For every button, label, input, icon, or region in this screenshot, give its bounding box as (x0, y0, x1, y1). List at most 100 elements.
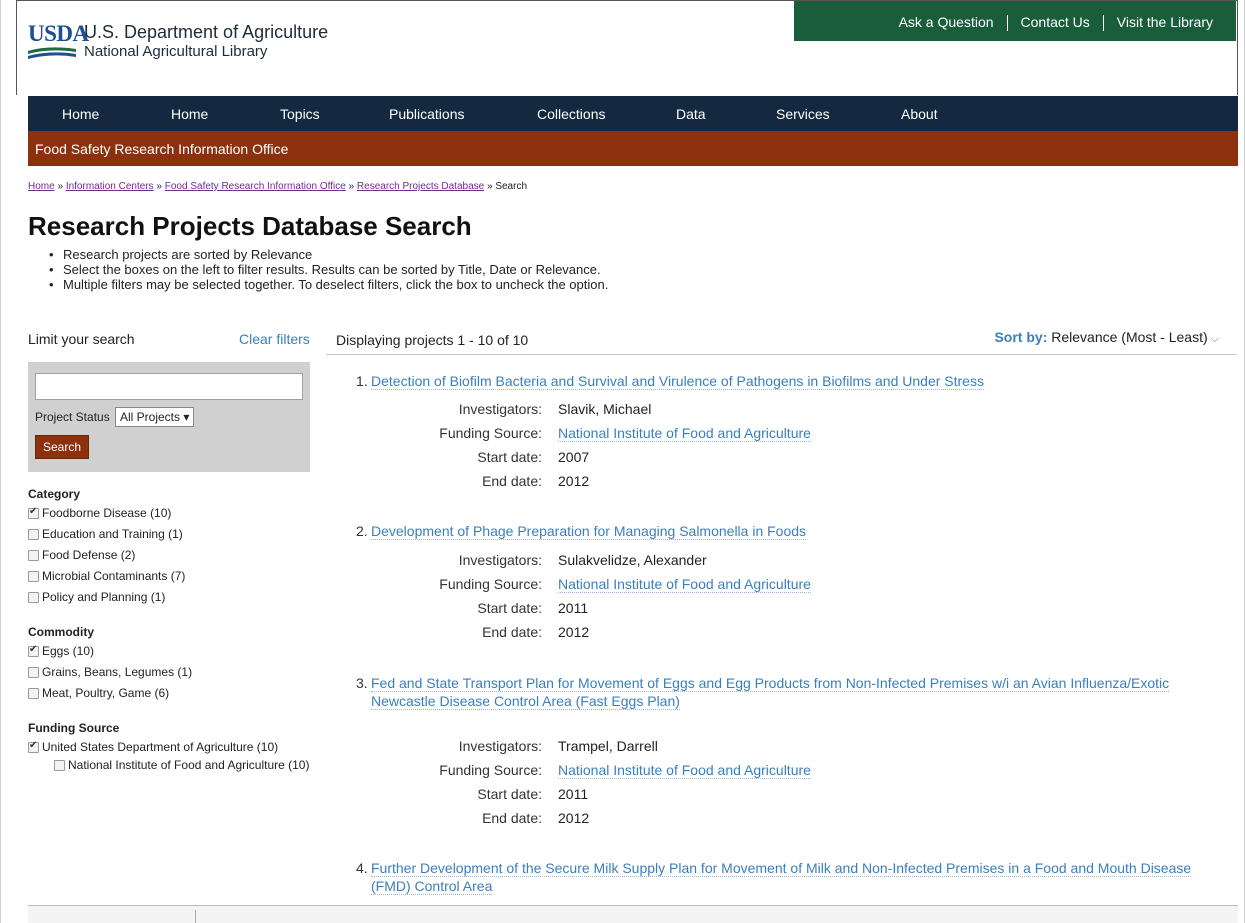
checkbox[interactable] (28, 666, 39, 678)
page-title: Research Projects Database Search (28, 211, 472, 241)
breadcrumb-sep: » (348, 181, 355, 192)
sort-control[interactable]: Sort by: Relevance (Most - Least) ⌵ (994, 329, 1219, 346)
dept-name: U.S. Department of Agriculture (84, 22, 329, 42)
start-date-label: Start date: (477, 786, 542, 802)
start-date-label: Start date: (477, 600, 542, 616)
project-status-select[interactable]: All Projects ▾ (115, 407, 195, 427)
page-frame: USDA U.S. Department of Agriculture Nati… (0, 0, 1245, 923)
instruction-item: Select the boxes on the left to filter r… (49, 262, 608, 277)
start-date-value: 2011 (558, 600, 589, 616)
end-date-value: 2012 (558, 624, 590, 640)
breadcrumb-research-projects-database[interactable]: Research Projects Database (357, 181, 484, 192)
start-date-value: 2007 (558, 449, 590, 465)
section-bar: Food Safety Research Information Office (28, 131, 1238, 166)
search-button[interactable]: Search (35, 435, 89, 459)
results-count: Displaying projects 1 - 10 of 10 (336, 332, 529, 348)
investigators-value: Slavik, Michael (558, 401, 652, 417)
breadcrumb-sep: » (57, 181, 64, 192)
project-number: 2. (356, 523, 368, 539)
breadcrumb-information-centers[interactable]: Information Centers (66, 181, 154, 192)
section-title[interactable]: Food Safety Research Information Office (35, 141, 288, 157)
facet-option-label: Meat, Poultry, Game (6) (42, 686, 170, 700)
main-nav: Home Home Topics Publications Collection… (28, 96, 1238, 131)
checkbox[interactable] (28, 591, 39, 603)
funding-link[interactable]: National Institute of Food and Agricultu… (558, 576, 811, 593)
funding-link[interactable]: National Institute of Food and Agricultu… (558, 762, 811, 779)
facet-option-label: Microbial Contaminants (7) (42, 569, 186, 583)
facet-option[interactable]: Education and Training (1) (28, 527, 183, 541)
facet-option-nested[interactable]: National Institute of Food and Agricultu… (54, 758, 309, 772)
checkbox-checked[interactable] (28, 740, 39, 753)
breadcrumb-sep: » (486, 181, 493, 192)
search-input[interactable] (35, 373, 303, 400)
nav-collections[interactable]: Collections (537, 106, 605, 122)
checkbox[interactable] (28, 528, 39, 540)
checkbox[interactable] (28, 570, 39, 582)
investigators-label: Investigators: (458, 552, 542, 568)
nav-services[interactable]: Services (776, 106, 830, 122)
limit-search-label: Limit your search (28, 331, 135, 347)
contact-us-link[interactable]: Contact Us (1008, 15, 1103, 30)
nav-about[interactable]: About (901, 106, 938, 122)
end-date-value: 2012 (558, 810, 590, 826)
facet-option[interactable]: Microbial Contaminants (7) (28, 569, 185, 583)
usda-swoosh-icon (28, 47, 76, 59)
usda-logo[interactable]: USDA U.S. Department of Agriculture Nati… (28, 21, 329, 63)
utility-nav: Ask a Question Contact Us Visit the Libr… (794, 1, 1236, 41)
clear-filters-link[interactable]: Clear filters (239, 331, 310, 347)
breadcrumb-fsrio[interactable]: Food Safety Research Information Office (165, 181, 346, 192)
visit-library-link[interactable]: Visit the Library (1104, 15, 1226, 30)
nav-data[interactable]: Data (676, 106, 706, 122)
divider (326, 354, 1237, 355)
facet-commodity-title: Commodity (28, 625, 94, 639)
end-date-label: End date: (482, 473, 542, 489)
checkbox-checked[interactable] (28, 644, 39, 657)
facet-option[interactable]: Meat, Poultry, Game (6) (28, 686, 169, 700)
sort-label: Sort by: (994, 329, 1048, 345)
facet-option[interactable]: Grains, Beans, Legumes (1) (28, 665, 192, 679)
nav-topics[interactable]: Topics (280, 106, 320, 122)
funding-link[interactable]: National Institute of Food and Agricultu… (558, 425, 811, 442)
project-title-link[interactable]: Fed and State Transport Plan for Movemen… (371, 674, 1211, 710)
ask-question-link[interactable]: Ask a Question (886, 15, 1007, 30)
end-date-label: End date: (482, 624, 542, 640)
facet-option-label: Education and Training (1) (42, 527, 183, 541)
instruction-item: Research projects are sorted by Relevanc… (49, 247, 608, 262)
checkbox[interactable] (28, 549, 39, 561)
facet-option[interactable]: United States Department of Agriculture … (28, 740, 278, 754)
funding-label: Funding Source: (439, 425, 542, 441)
start-date-label: Start date: (477, 449, 542, 465)
facet-option[interactable]: Eggs (10) (28, 644, 94, 658)
funding-label: Funding Source: (439, 762, 542, 778)
checkbox[interactable] (54, 759, 65, 771)
facet-option-label: Food Defense (2) (42, 548, 136, 562)
facet-funding-title: Funding Source (28, 721, 120, 735)
checkbox-checked[interactable] (28, 506, 39, 519)
usda-mark: USDA (28, 21, 89, 63)
sort-value[interactable]: Relevance (Most - Least) (1051, 329, 1207, 345)
nav-home-2[interactable]: Home (171, 106, 208, 122)
facet-option-label: United States Department of Agriculture … (42, 740, 279, 754)
checkbox[interactable] (28, 687, 39, 699)
breadcrumb-home[interactable]: Home (28, 181, 55, 192)
start-date-value: 2011 (558, 786, 589, 802)
nav-publications[interactable]: Publications (389, 106, 465, 122)
nav-home[interactable]: Home (62, 106, 99, 122)
facet-option[interactable]: Foodborne Disease (10) (28, 506, 171, 520)
facet-option[interactable]: Food Defense (2) (28, 548, 135, 562)
facet-option[interactable]: Policy and Planning (1) (28, 590, 165, 604)
facet-category-title: Category (28, 487, 81, 501)
facet-option-label: Policy and Planning (1) (42, 590, 166, 604)
project-title-link[interactable]: Development of Phage Preparation for Man… (371, 522, 1211, 540)
instruction-item: Multiple filters may be selected togethe… (49, 277, 608, 292)
project-number: 1. (356, 373, 368, 389)
project-title-link[interactable]: Detection of Biofilm Bacteria and Surviv… (371, 372, 1211, 390)
usda-wordmark: USDA (28, 21, 89, 46)
breadcrumb-current: Search (495, 181, 528, 192)
project-title-link[interactable]: Further Development of the Secure Milk S… (371, 859, 1211, 895)
end-date-label: End date: (482, 810, 542, 826)
investigators-label: Investigators: (458, 738, 542, 754)
facet-option-label: National Institute of Food and Agricultu… (68, 758, 310, 772)
chevron-down-icon[interactable]: ⌵ (1211, 333, 1219, 345)
site-header: USDA U.S. Department of Agriculture Nati… (16, 0, 1238, 95)
